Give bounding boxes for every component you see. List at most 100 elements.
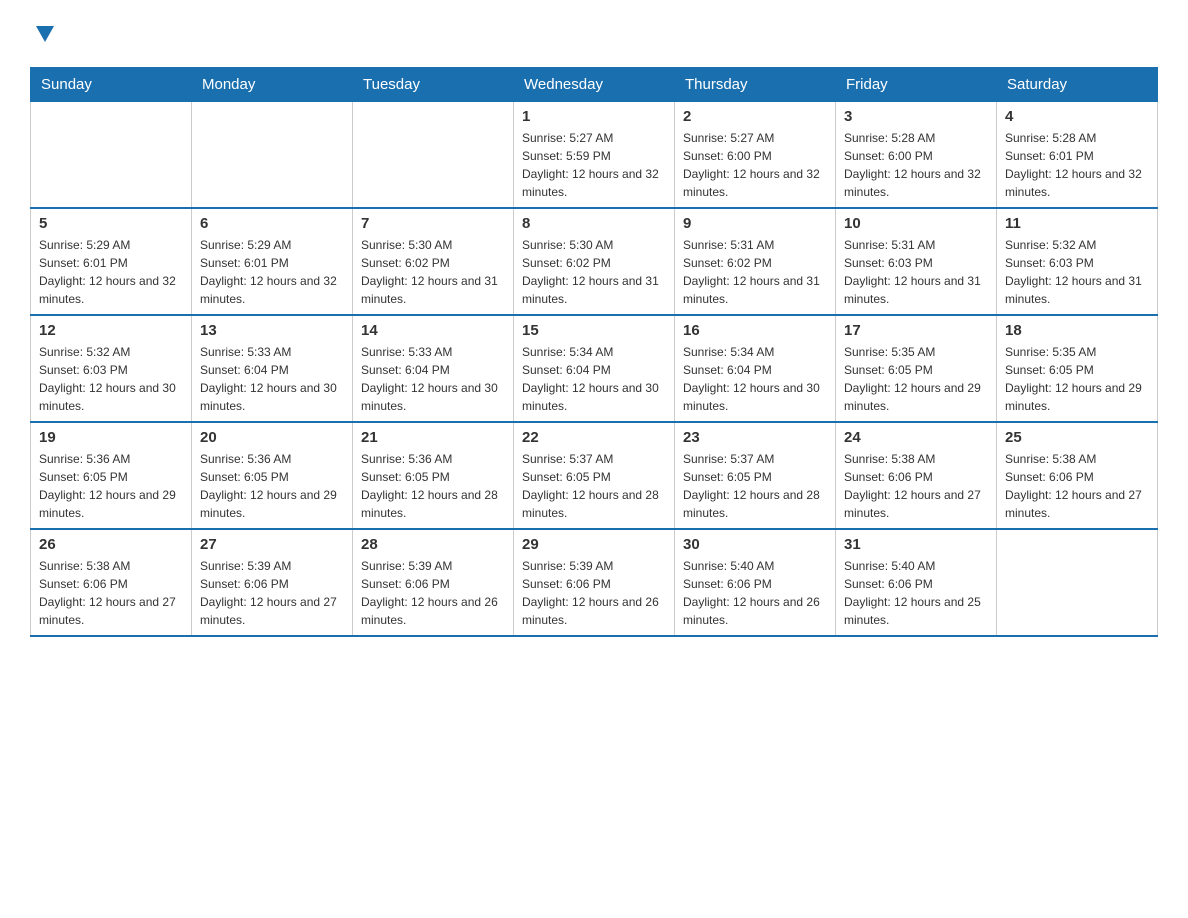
calendar-cell: 1 Sunrise: 5:27 AMSunset: 5:59 PMDaylight… xyxy=(514,102,675,209)
calendar-cell: 25 Sunrise: 5:38 AMSunset: 6:06 PMDayligh… xyxy=(997,422,1158,529)
calendar-cell: 14 Sunrise: 5:33 AMSunset: 6:04 PMDayligh… xyxy=(353,315,514,422)
calendar-cell: 2Sunrise: 5:27 AMSunset: 6:00 PMDaylight… xyxy=(675,102,836,209)
day-info: Sunrise: 5:35 AMSunset: 6:05 PMDaylight:… xyxy=(844,343,988,415)
calendar-cell: 9 Sunrise: 5:31 AMSunset: 6:02 PMDaylight… xyxy=(675,208,836,315)
calendar-cell: 28 Sunrise: 5:39 AMSunset: 6:06 PMDayligh… xyxy=(353,529,514,636)
day-of-week-header: Saturday xyxy=(997,68,1158,102)
day-info: Sunrise: 5:34 AMSunset: 6:04 PMDaylight:… xyxy=(683,343,827,415)
day-number: 14 xyxy=(361,322,505,339)
day-number: 29 xyxy=(522,536,666,553)
page-header xyxy=(30,20,1158,49)
day-of-week-header: Friday xyxy=(836,68,997,102)
calendar-cell: 6 Sunrise: 5:29 AMSunset: 6:01 PMDaylight… xyxy=(192,208,353,315)
calendar-cell: 30 Sunrise: 5:40 AMSunset: 6:06 PMDayligh… xyxy=(675,529,836,636)
day-number: 16 xyxy=(683,322,827,339)
day-of-week-header: Thursday xyxy=(675,68,836,102)
day-of-week-header: Monday xyxy=(192,68,353,102)
day-info: Sunrise: 5:36 AMSunset: 6:05 PMDaylight:… xyxy=(200,450,344,522)
day-info: Sunrise: 5:27 AMSunset: 6:00 PMDaylight:… xyxy=(683,129,827,201)
day-info: Sunrise: 5:30 AMSunset: 6:02 PMDaylight:… xyxy=(361,236,505,308)
day-info: Sunrise: 5:29 AMSunset: 6:01 PMDaylight:… xyxy=(200,236,344,308)
calendar-cell: 23 Sunrise: 5:37 AMSunset: 6:05 PMDayligh… xyxy=(675,422,836,529)
day-of-week-header: Tuesday xyxy=(353,68,514,102)
day-number: 6 xyxy=(200,215,344,232)
calendar-week-row: 5Sunrise: 5:29 AMSunset: 6:01 PMDaylight… xyxy=(31,208,1158,315)
calendar-cell: 31 Sunrise: 5:40 AMSunset: 6:06 PMDayligh… xyxy=(836,529,997,636)
day-info: Sunrise: 5:27 AMSunset: 5:59 PMDaylight:… xyxy=(522,129,666,201)
calendar-cell: 12Sunrise: 5:32 AMSunset: 6:03 PMDayligh… xyxy=(31,315,192,422)
day-of-week-header: Wednesday xyxy=(514,68,675,102)
day-info: Sunrise: 5:39 AMSunset: 6:06 PMDaylight:… xyxy=(361,557,505,629)
day-info: Sunrise: 5:30 AMSunset: 6:02 PMDaylight:… xyxy=(522,236,666,308)
calendar-cell xyxy=(31,102,192,209)
day-info: Sunrise: 5:40 AMSunset: 6:06 PMDaylight:… xyxy=(844,557,988,629)
day-info: Sunrise: 5:38 AMSunset: 6:06 PMDaylight:… xyxy=(1005,450,1149,522)
day-number: 9 xyxy=(683,215,827,232)
day-number: 8 xyxy=(522,215,666,232)
day-number: 26 xyxy=(39,536,183,553)
calendar-cell: 29Sunrise: 5:39 AMSunset: 6:06 PMDayligh… xyxy=(514,529,675,636)
day-number: 21 xyxy=(361,429,505,446)
day-number: 15 xyxy=(522,322,666,339)
calendar-cell: 11 Sunrise: 5:32 AMSunset: 6:03 PMDayligh… xyxy=(997,208,1158,315)
day-info: Sunrise: 5:39 AMSunset: 6:06 PMDaylight:… xyxy=(200,557,344,629)
day-info: Sunrise: 5:28 AMSunset: 6:01 PMDaylight:… xyxy=(1005,129,1149,201)
calendar-week-row: 1 Sunrise: 5:27 AMSunset: 5:59 PMDaylight… xyxy=(31,102,1158,209)
day-info: Sunrise: 5:31 AMSunset: 6:02 PMDaylight:… xyxy=(683,236,827,308)
day-number: 28 xyxy=(361,536,505,553)
calendar-cell: 27 Sunrise: 5:39 AMSunset: 6:06 PMDayligh… xyxy=(192,529,353,636)
day-number: 11 xyxy=(1005,215,1149,232)
calendar-week-row: 19 Sunrise: 5:36 AMSunset: 6:05 PMDayligh… xyxy=(31,422,1158,529)
day-number: 1 xyxy=(522,108,666,125)
logo-triangle-icon xyxy=(34,22,56,49)
day-number: 20 xyxy=(200,429,344,446)
day-number: 17 xyxy=(844,322,988,339)
day-number: 7 xyxy=(361,215,505,232)
day-number: 27 xyxy=(200,536,344,553)
calendar-cell: 26 Sunrise: 5:38 AMSunset: 6:06 PMDayligh… xyxy=(31,529,192,636)
day-number: 31 xyxy=(844,536,988,553)
calendar-cell: 18Sunrise: 5:35 AMSunset: 6:05 PMDayligh… xyxy=(997,315,1158,422)
day-info: Sunrise: 5:29 AMSunset: 6:01 PMDaylight:… xyxy=(39,236,183,308)
day-number: 25 xyxy=(1005,429,1149,446)
day-info: Sunrise: 5:33 AMSunset: 6:04 PMDaylight:… xyxy=(361,343,505,415)
day-number: 23 xyxy=(683,429,827,446)
day-info: Sunrise: 5:28 AMSunset: 6:00 PMDaylight:… xyxy=(844,129,988,201)
calendar-table: SundayMondayTuesdayWednesdayThursdayFrid… xyxy=(30,67,1158,637)
day-info: Sunrise: 5:33 AMSunset: 6:04 PMDaylight:… xyxy=(200,343,344,415)
calendar-week-row: 26 Sunrise: 5:38 AMSunset: 6:06 PMDayligh… xyxy=(31,529,1158,636)
calendar-cell: 10Sunrise: 5:31 AMSunset: 6:03 PMDayligh… xyxy=(836,208,997,315)
calendar-cell: 21 Sunrise: 5:36 AMSunset: 6:05 PMDayligh… xyxy=(353,422,514,529)
day-info: Sunrise: 5:32 AMSunset: 6:03 PMDaylight:… xyxy=(1005,236,1149,308)
day-info: Sunrise: 5:36 AMSunset: 6:05 PMDaylight:… xyxy=(361,450,505,522)
day-number: 19 xyxy=(39,429,183,446)
calendar-cell: 8 Sunrise: 5:30 AMSunset: 6:02 PMDaylight… xyxy=(514,208,675,315)
day-info: Sunrise: 5:37 AMSunset: 6:05 PMDaylight:… xyxy=(522,450,666,522)
calendar-cell: 22Sunrise: 5:37 AMSunset: 6:05 PMDayligh… xyxy=(514,422,675,529)
calendar-cell: 17 Sunrise: 5:35 AMSunset: 6:05 PMDayligh… xyxy=(836,315,997,422)
calendar-cell: 7 Sunrise: 5:30 AMSunset: 6:02 PMDaylight… xyxy=(353,208,514,315)
day-info: Sunrise: 5:40 AMSunset: 6:06 PMDaylight:… xyxy=(683,557,827,629)
day-number: 18 xyxy=(1005,322,1149,339)
day-number: 30 xyxy=(683,536,827,553)
day-info: Sunrise: 5:31 AMSunset: 6:03 PMDaylight:… xyxy=(844,236,988,308)
day-number: 4 xyxy=(1005,108,1149,125)
calendar-cell xyxy=(192,102,353,209)
calendar-cell: 16 Sunrise: 5:34 AMSunset: 6:04 PMDayligh… xyxy=(675,315,836,422)
day-info: Sunrise: 5:37 AMSunset: 6:05 PMDaylight:… xyxy=(683,450,827,522)
calendar-cell: 5Sunrise: 5:29 AMSunset: 6:01 PMDaylight… xyxy=(31,208,192,315)
calendar-cell: 15 Sunrise: 5:34 AMSunset: 6:04 PMDayligh… xyxy=(514,315,675,422)
calendar-header: SundayMondayTuesdayWednesdayThursdayFrid… xyxy=(31,68,1158,102)
logo xyxy=(30,20,56,49)
day-number: 3 xyxy=(844,108,988,125)
calendar-cell: 13 Sunrise: 5:33 AMSunset: 6:04 PMDayligh… xyxy=(192,315,353,422)
day-info: Sunrise: 5:38 AMSunset: 6:06 PMDaylight:… xyxy=(39,557,183,629)
calendar-cell: 20 Sunrise: 5:36 AMSunset: 6:05 PMDayligh… xyxy=(192,422,353,529)
calendar-cell: 4 Sunrise: 5:28 AMSunset: 6:01 PMDaylight… xyxy=(997,102,1158,209)
day-info: Sunrise: 5:34 AMSunset: 6:04 PMDaylight:… xyxy=(522,343,666,415)
calendar-cell: 19Sunrise: 5:36 AMSunset: 6:05 PMDayligh… xyxy=(31,422,192,529)
day-number: 13 xyxy=(200,322,344,339)
day-number: 24 xyxy=(844,429,988,446)
day-info: Sunrise: 5:38 AMSunset: 6:06 PMDaylight:… xyxy=(844,450,988,522)
calendar-week-row: 12Sunrise: 5:32 AMSunset: 6:03 PMDayligh… xyxy=(31,315,1158,422)
